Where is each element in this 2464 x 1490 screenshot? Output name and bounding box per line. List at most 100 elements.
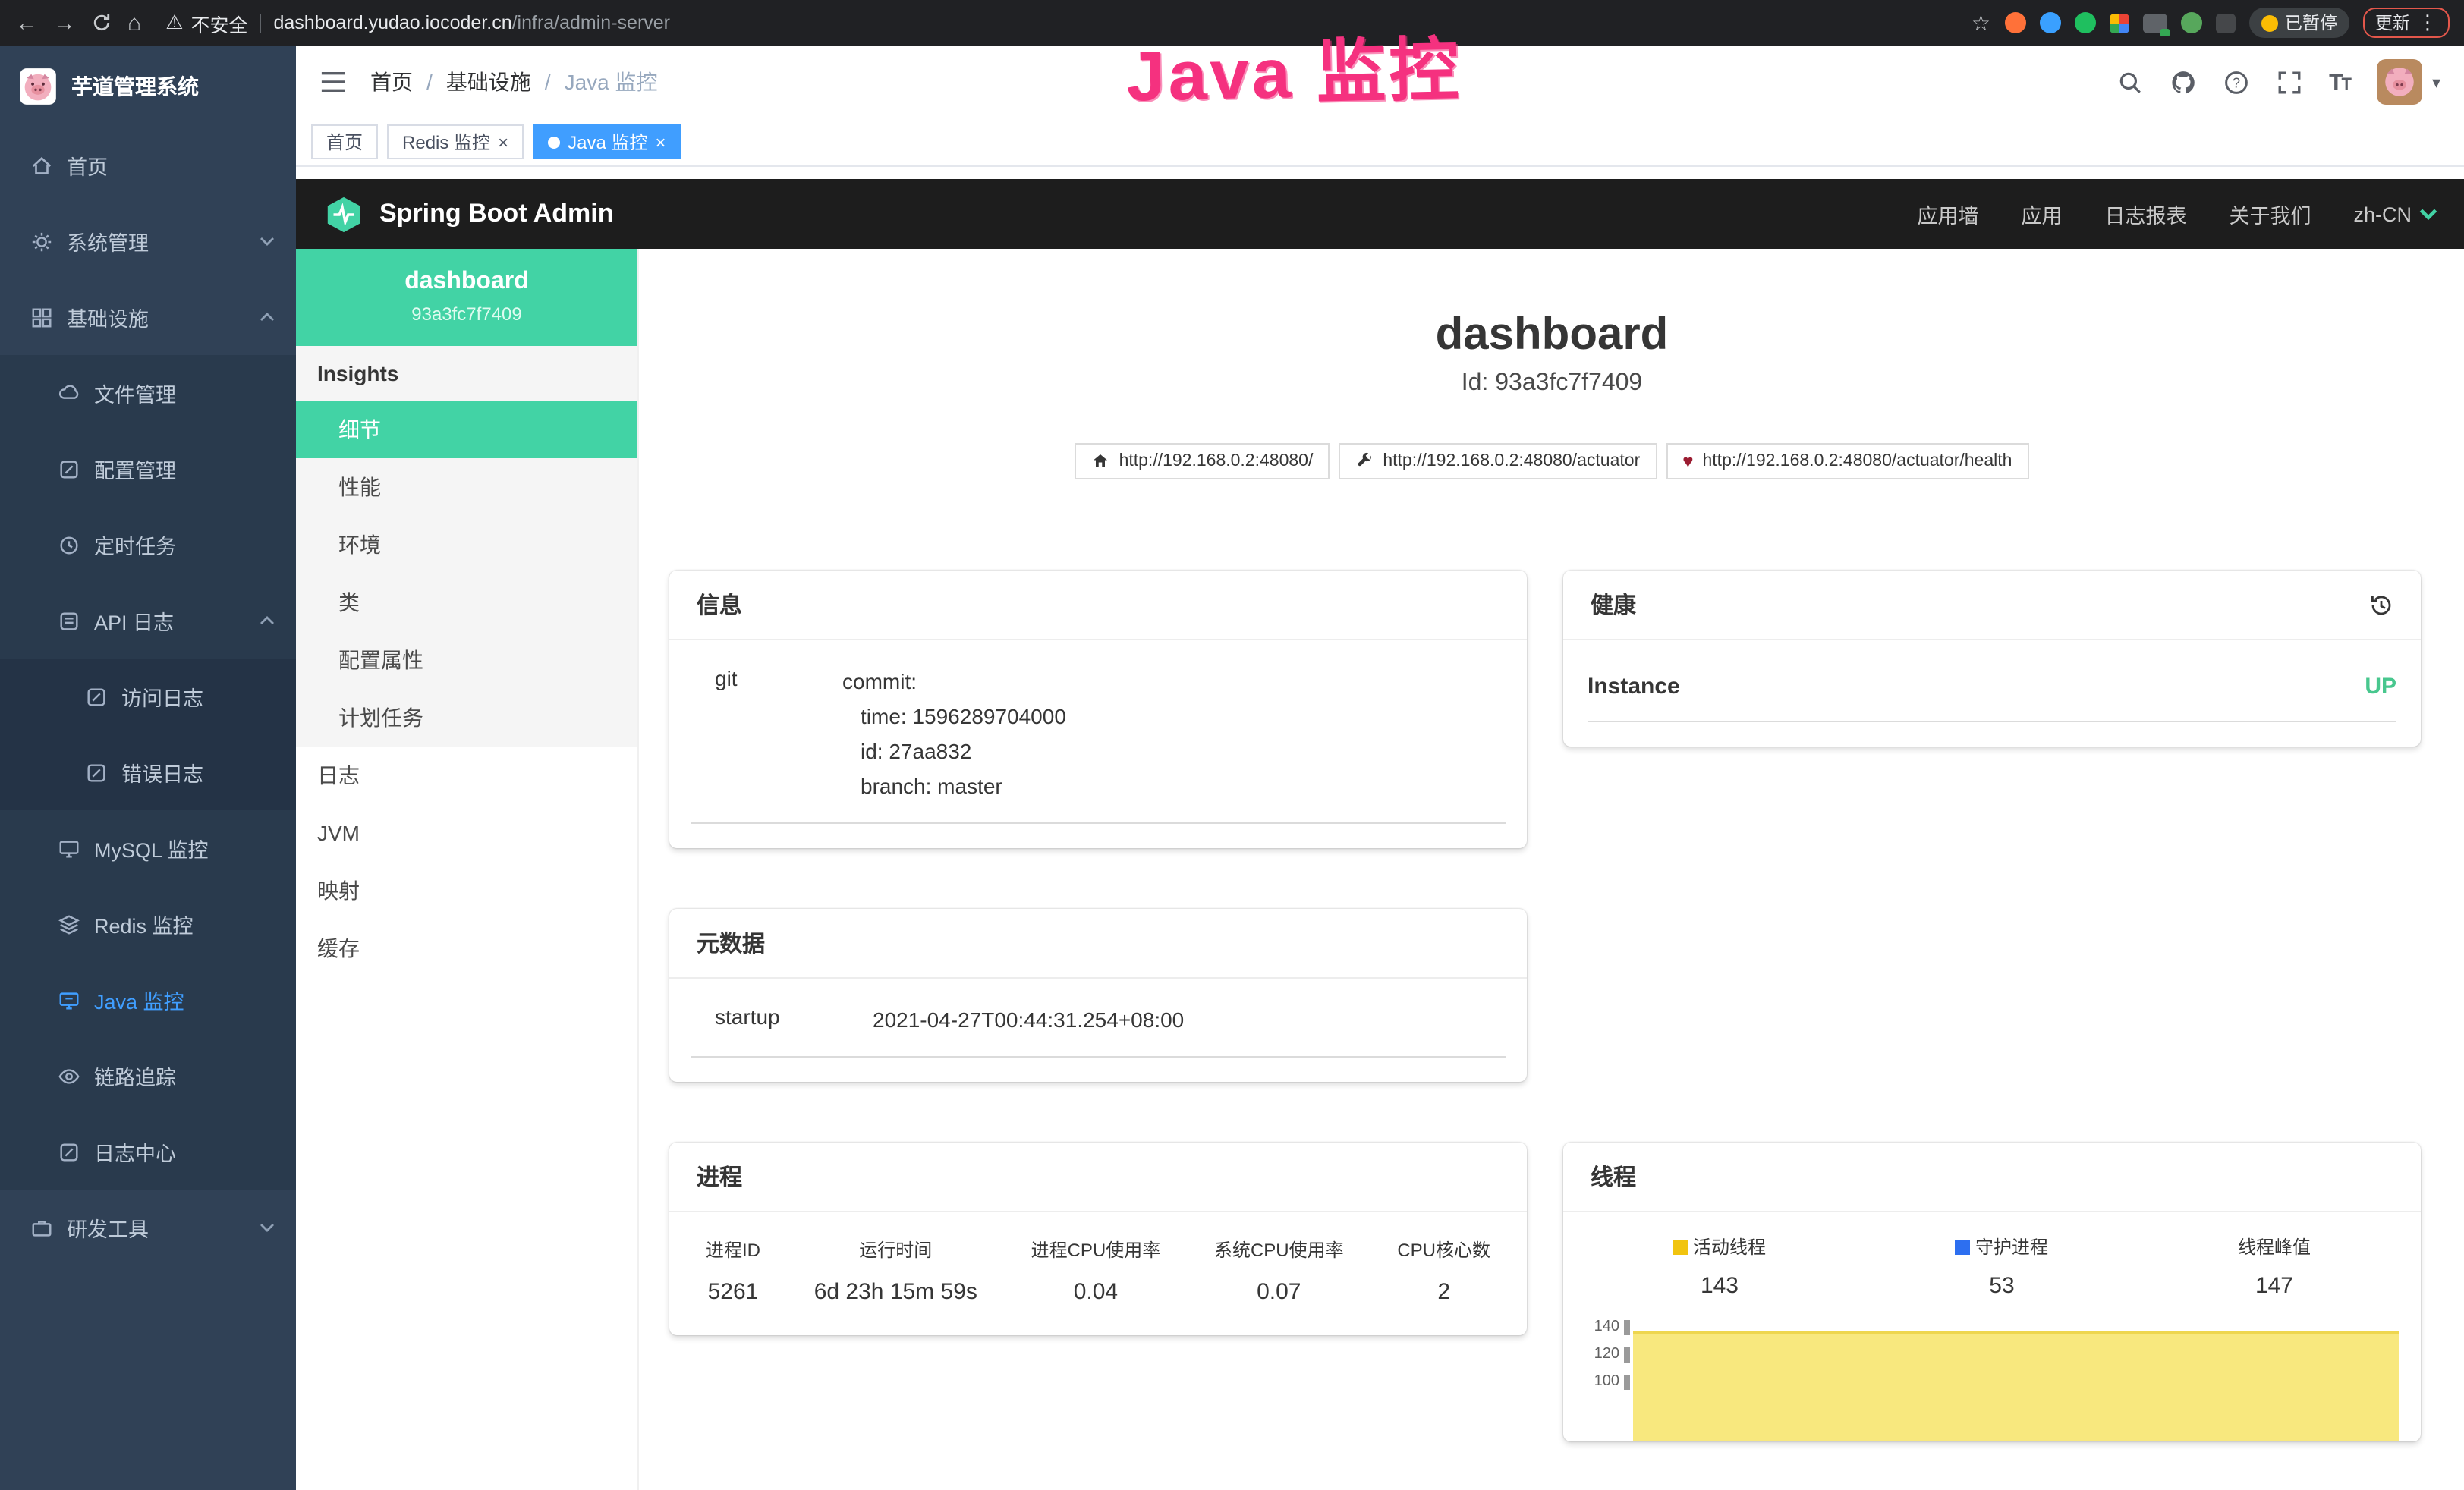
health-url-link[interactable]: ♥ http://192.168.0.2:48080/actuator/heal… xyxy=(1666,443,2028,479)
extension-icon-leaf[interactable] xyxy=(2180,12,2201,33)
home-icon[interactable]: ⌂ xyxy=(127,11,141,34)
locale-selector[interactable]: zh-CN xyxy=(2353,203,2437,225)
sidebar: 芋道管理系统 首页 系统管理 基础设施 文件管理 配 xyxy=(0,46,296,1490)
instance-header[interactable]: dashboard 93a3fc7f7409 xyxy=(296,249,637,346)
sba-item-details[interactable]: 细节 xyxy=(296,401,637,458)
tag-home[interactable]: 首页 xyxy=(311,124,378,159)
metadata-value: 2021-04-27T00:44:31.254+08:00 xyxy=(873,1004,1506,1039)
sidebar-item-dev-tools[interactable]: 研发工具 xyxy=(0,1190,296,1265)
y-tick: 120 xyxy=(1594,1348,1630,1363)
extension-icon-orange[interactable] xyxy=(2004,12,2025,33)
bookmark-star-icon[interactable]: ☆ xyxy=(1972,10,1990,36)
history-icon[interactable] xyxy=(2369,593,2393,617)
legend-daemon-threads: 守护进程 53 xyxy=(1956,1234,2048,1300)
sidebar-item-redis-monitor[interactable]: Redis 监控 xyxy=(0,886,296,962)
security-chip[interactable]: ⚠ 不安全 xyxy=(165,8,247,37)
sidebar-item-java-monitor[interactable]: Java 监控 xyxy=(0,962,296,1038)
legend-value: 147 xyxy=(2238,1274,2311,1300)
sba-item-jvm[interactable]: JVM xyxy=(296,804,637,862)
forward-icon[interactable]: → xyxy=(53,11,76,34)
update-button-label: 更新 xyxy=(2375,11,2410,35)
paused-badge[interactable]: 已暂停 xyxy=(2248,8,2349,38)
reload-icon[interactable] xyxy=(91,12,112,33)
service-url-link[interactable]: http://192.168.0.2:48080/ xyxy=(1075,443,1330,479)
col-value: 2 xyxy=(1397,1280,1490,1306)
font-size-icon[interactable]: TT xyxy=(2329,69,2350,95)
sba-item-environment[interactable]: 环境 xyxy=(296,516,637,574)
process-col-pid: 进程ID 5261 xyxy=(706,1237,760,1306)
active-dot xyxy=(548,136,560,148)
spring-boot-admin-logo-icon[interactable] xyxy=(323,193,364,234)
col-label: 进程ID xyxy=(706,1237,760,1263)
search-icon[interactable] xyxy=(2116,69,2142,95)
sidebar-item-infrastructure[interactable]: 基础设施 xyxy=(0,279,296,355)
sidebar-item-mysql-monitor[interactable]: MySQL 监控 xyxy=(0,810,296,886)
extensions-puzzle-icon[interactable] xyxy=(2215,13,2235,33)
tag-java-monitor[interactable]: Java 监控 × xyxy=(533,124,681,159)
sba-item-metrics[interactable]: 性能 xyxy=(296,458,637,516)
back-icon[interactable]: ← xyxy=(15,11,38,34)
sidebar-item-log-center[interactable]: 日志中心 xyxy=(0,1114,296,1190)
breadcrumb-separator: / xyxy=(426,70,433,94)
home-icon xyxy=(30,154,53,177)
extension-icon-on-badge[interactable] xyxy=(2142,13,2167,33)
update-button[interactable]: 更新 ⋮ xyxy=(2363,8,2450,38)
sba-brand-title[interactable]: Spring Boot Admin xyxy=(379,199,614,229)
legend-swatch-yellow xyxy=(1673,1240,1688,1255)
sidebar-item-file-management[interactable]: 文件管理 xyxy=(0,355,296,431)
sidebar-item-label: API 日志 xyxy=(94,605,174,636)
log-icon xyxy=(58,609,80,632)
url-text: dashboard.yudao.iocoder.cn/infra/admin-s… xyxy=(273,12,670,33)
fullscreen-icon[interactable] xyxy=(2276,69,2302,95)
sidebar-item-error-logs[interactable]: 错误日志 xyxy=(0,734,296,810)
sba-item-logs[interactable]: 日志 xyxy=(296,747,637,804)
sidebar-item-config-management[interactable]: 配置管理 xyxy=(0,431,296,507)
top-header: 首页 / 基础设施 / Java 监控 ? TT ▾ xyxy=(296,46,2464,118)
breadcrumb-infrastructure[interactable]: 基础设施 xyxy=(446,67,531,97)
legend-live-threads: 活动线程 143 xyxy=(1673,1234,1766,1300)
sidebar-item-tracing[interactable]: 链路追踪 xyxy=(0,1038,296,1114)
process-card: 进程 进程ID 5261 运行时间 6d 23h 15m 59s xyxy=(669,1143,1527,1336)
kebab-menu-icon[interactable]: ⋮ xyxy=(2418,11,2437,35)
sba-nav-about[interactable]: 关于我们 xyxy=(2229,199,2311,229)
chart-plot-area xyxy=(1630,1321,2406,1442)
sidebar-toggle-icon[interactable] xyxy=(320,71,346,93)
tag-redis-monitor[interactable]: Redis 监控× xyxy=(387,124,524,159)
sba-item-mappings[interactable]: 映射 xyxy=(296,862,637,919)
sba-item-caches[interactable]: 缓存 xyxy=(296,919,637,977)
sba-item-classes[interactable]: 类 xyxy=(296,574,637,631)
page-instance-id: Id: 93a3fc7f7409 xyxy=(639,370,2464,398)
address-bar[interactable]: ⚠ 不安全 dashboard.yudao.iocoder.cn/infra/a… xyxy=(156,8,1956,37)
legend-swatch-blue xyxy=(1956,1240,1971,1255)
sidebar-item-access-logs[interactable]: 访问日志 xyxy=(0,659,296,734)
sba-item-config-props[interactable]: 配置属性 xyxy=(296,631,637,689)
process-col-system-cpu: 系统CPU使用率 0.07 xyxy=(1214,1237,1344,1306)
sba-item-scheduled-tasks[interactable]: 计划任务 xyxy=(296,689,637,747)
sba-nav-journal[interactable]: 日志报表 xyxy=(2104,199,2186,229)
user-menu[interactable]: ▾ xyxy=(2377,59,2440,105)
avatar[interactable] xyxy=(2377,59,2423,105)
process-col-cpu-cores: CPU核心数 2 xyxy=(1397,1237,1490,1306)
legend-label: 守护进程 xyxy=(1975,1234,2048,1260)
tag-label: Java 监控 xyxy=(568,129,647,155)
close-icon[interactable]: × xyxy=(498,133,508,151)
url-path: /infra/admin-server xyxy=(512,12,670,33)
help-icon[interactable]: ? xyxy=(2223,69,2248,95)
sba-nav-wallboard[interactable]: 应用墙 xyxy=(1917,199,1978,229)
sba-group-insights[interactable]: Insights xyxy=(296,346,637,401)
close-icon[interactable]: × xyxy=(655,133,666,151)
extension-icon-grid[interactable] xyxy=(2109,13,2129,33)
github-icon[interactable] xyxy=(2170,69,2195,95)
sidebar-item-system-management[interactable]: 系统管理 xyxy=(0,203,296,279)
chevron-up-icon xyxy=(260,616,275,625)
app-logo[interactable]: 芋道管理系统 xyxy=(0,46,296,127)
actuator-url-link[interactable]: http://192.168.0.2:48080/actuator xyxy=(1339,443,1657,479)
sidebar-item-api-logs[interactable]: API 日志 xyxy=(0,583,296,659)
breadcrumb-home[interactable]: 首页 xyxy=(370,67,413,97)
extension-icon-blue-drop[interactable] xyxy=(2039,12,2060,33)
sidebar-item-home[interactable]: 首页 xyxy=(0,127,296,203)
sba-nav-applications[interactable]: 应用 xyxy=(2021,199,2062,229)
sba-nav-links: 应用墙 应用 日志报表 关于我们 zh-CN xyxy=(1917,199,2437,229)
sidebar-item-scheduled-jobs[interactable]: 定时任务 xyxy=(0,507,296,583)
extension-icon-green[interactable] xyxy=(2074,12,2095,33)
